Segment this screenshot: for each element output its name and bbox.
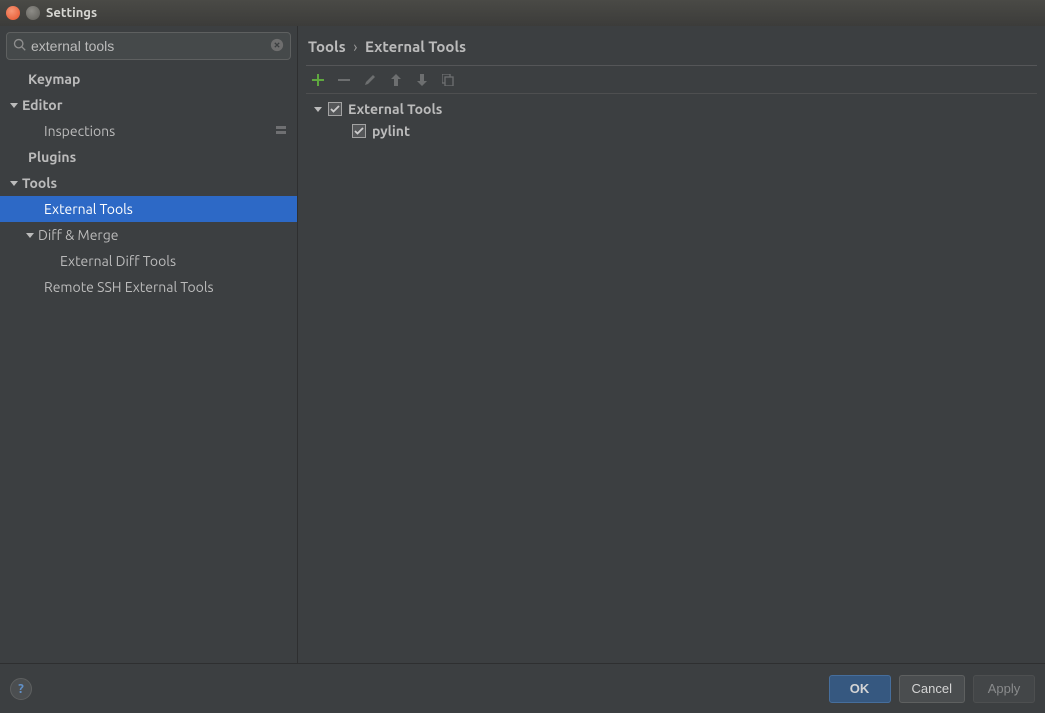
chevron-down-icon bbox=[10, 181, 18, 186]
window-minimize-button[interactable] bbox=[26, 6, 40, 20]
remove-button[interactable] bbox=[336, 69, 352, 91]
sidebar-item-tools[interactable]: Tools bbox=[0, 170, 297, 196]
group-checkbox[interactable] bbox=[328, 102, 342, 116]
content-panel: Tools › External Tools bbox=[298, 26, 1045, 663]
add-button[interactable] bbox=[310, 69, 326, 91]
edit-button[interactable] bbox=[362, 69, 378, 91]
breadcrumb-parent[interactable]: Tools bbox=[308, 38, 346, 55]
tool-checkbox[interactable] bbox=[352, 124, 366, 138]
titlebar: Settings bbox=[0, 0, 1045, 26]
help-button[interactable]: ? bbox=[10, 678, 32, 700]
breadcrumb: Tools › External Tools bbox=[298, 26, 1045, 65]
group-label: External Tools bbox=[348, 101, 442, 117]
toolbar bbox=[306, 66, 1037, 94]
breadcrumb-current: External Tools bbox=[365, 38, 466, 55]
settings-tree[interactable]: Keymap Editor Inspections Plugins Tools … bbox=[0, 66, 297, 663]
move-up-button[interactable] bbox=[388, 69, 404, 91]
sidebar-item-remote-ssh-external-tools[interactable]: Remote SSH External Tools bbox=[0, 274, 297, 300]
tools-tree[interactable]: External Tools pylint bbox=[306, 94, 1037, 657]
sidebar-item-editor[interactable]: Editor bbox=[0, 92, 297, 118]
main-area: Keymap Editor Inspections Plugins Tools … bbox=[0, 26, 1045, 663]
chevron-down-icon bbox=[314, 107, 322, 112]
footer: ? OK Cancel Apply bbox=[0, 663, 1045, 713]
sidebar-item-inspections[interactable]: Inspections bbox=[0, 118, 297, 144]
tools-group-row[interactable]: External Tools bbox=[306, 98, 1037, 120]
sidebar: Keymap Editor Inspections Plugins Tools … bbox=[0, 26, 298, 663]
chevron-down-icon bbox=[26, 233, 34, 238]
project-override-icon bbox=[275, 123, 287, 139]
sidebar-item-external-tools[interactable]: External Tools bbox=[0, 196, 297, 222]
apply-button[interactable]: Apply bbox=[973, 675, 1035, 703]
window-close-button[interactable] bbox=[6, 6, 20, 20]
window-title: Settings bbox=[46, 6, 97, 20]
copy-button[interactable] bbox=[440, 69, 456, 91]
breadcrumb-separator: › bbox=[353, 38, 357, 55]
chevron-down-icon bbox=[10, 103, 18, 108]
search-icon bbox=[13, 38, 27, 55]
cancel-button[interactable]: Cancel bbox=[899, 675, 965, 703]
search-box[interactable] bbox=[6, 32, 291, 60]
sidebar-item-keymap[interactable]: Keymap bbox=[0, 66, 297, 92]
ok-button[interactable]: OK bbox=[829, 675, 891, 703]
move-down-button[interactable] bbox=[414, 69, 430, 91]
sidebar-item-plugins[interactable]: Plugins bbox=[0, 144, 297, 170]
tool-item-row[interactable]: pylint bbox=[306, 120, 1037, 142]
clear-search-icon[interactable] bbox=[270, 38, 284, 55]
sidebar-item-external-diff-tools[interactable]: External Diff Tools bbox=[0, 248, 297, 274]
tool-label: pylint bbox=[372, 123, 410, 139]
search-input[interactable] bbox=[27, 38, 270, 54]
external-tools-panel: External Tools pylint bbox=[306, 65, 1037, 657]
sidebar-item-diff-merge[interactable]: Diff & Merge bbox=[0, 222, 297, 248]
